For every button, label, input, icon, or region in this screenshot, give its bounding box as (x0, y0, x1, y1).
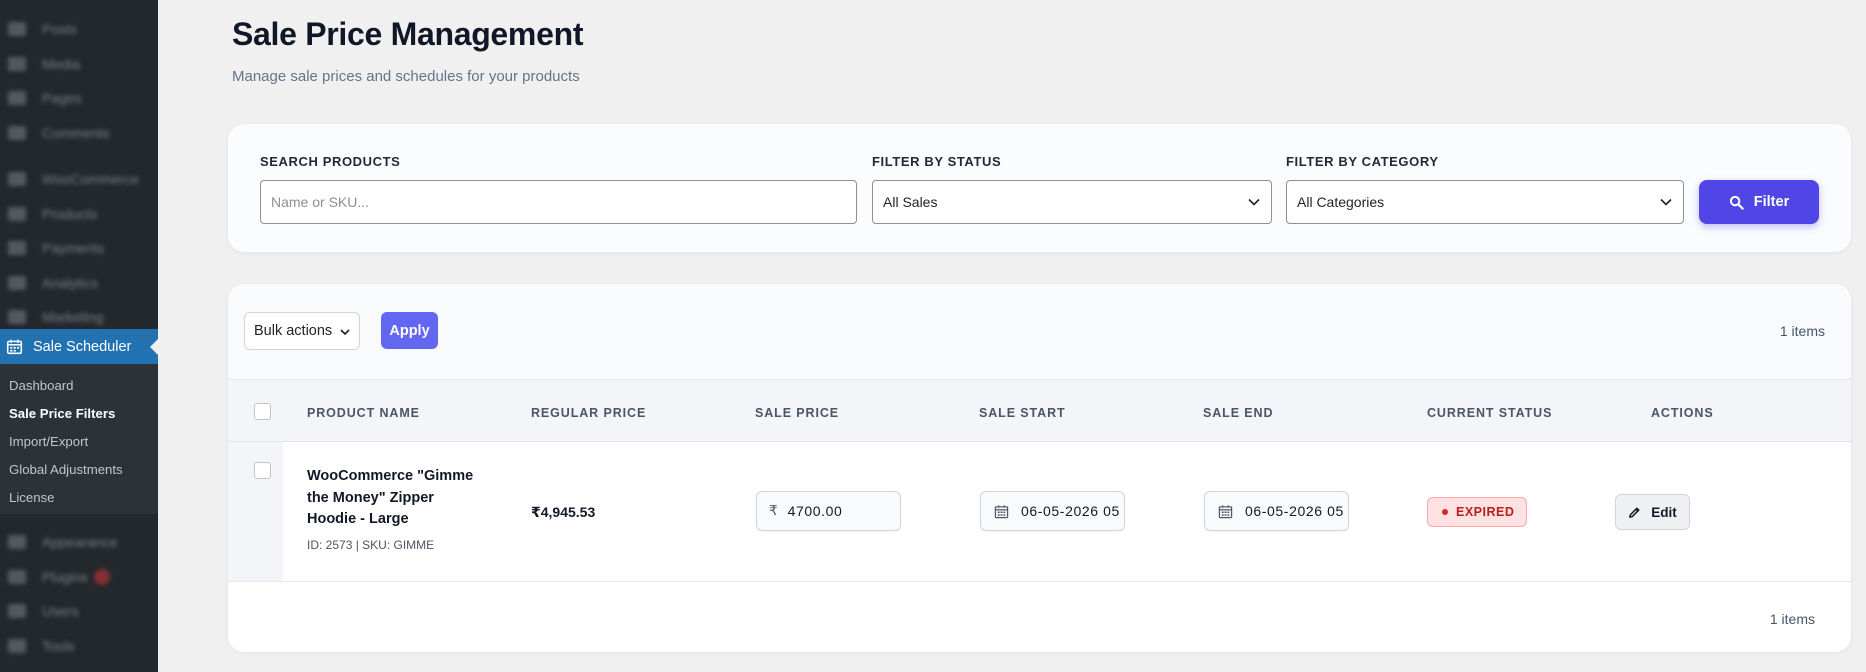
calendar-icon (994, 504, 1009, 518)
currency-symbol: ₹ (769, 503, 778, 518)
sale-start-value: 06-05-2026 05 (1021, 503, 1120, 519)
bulk-actions-select[interactable]: Bulk actions (244, 312, 360, 350)
submenu-item-dashboard[interactable]: Dashboard (0, 372, 158, 400)
product-meta: ID: 2573 | SKU: GIMME (307, 538, 435, 552)
calendar-icon (6, 339, 23, 355)
sale-end-value: 06-05-2026 05 (1245, 503, 1344, 519)
items-count-bottom: 1 items (1769, 611, 1815, 627)
table-toolbar: Bulk actions Apply 1 items (228, 284, 1851, 380)
sale-end-input[interactable]: 06-05-2026 05 (1204, 491, 1349, 531)
sidebar-blurred-menu-top: Posts Media Pages Comments WooCommerce P… (0, 0, 158, 335)
search-icon (1729, 195, 1744, 210)
table-row: WooCommerce "Gimme the Money" Zipper Hoo… (228, 442, 1851, 582)
status-filter-label: FILTER BY STATUS (872, 154, 1002, 169)
category-filter-select[interactable]: All Categories (1286, 180, 1684, 224)
column-header-product-name[interactable]: PRODUCT NAME (307, 406, 420, 420)
row-checkbox[interactable] (254, 462, 271, 479)
sidebar-item-blurred[interactable]: Users (0, 594, 158, 629)
sidebar-item-sale-scheduler[interactable]: Sale Scheduler (0, 329, 158, 364)
sale-price-value: 4700.00 (787, 503, 843, 519)
status-label: EXPIRED (1456, 505, 1515, 519)
sidebar-item-blurred[interactable]: Analytics (0, 266, 158, 301)
sidebar-item-blurred[interactable]: Plugins (0, 560, 158, 595)
product-name[interactable]: WooCommerce "Gimme the Money" Zipper Hoo… (307, 466, 482, 531)
submenu-item-sale-price-filters[interactable]: Sale Price Filters (0, 400, 158, 428)
apply-button[interactable]: Apply (381, 312, 438, 349)
filter-button-label: Filter (1753, 194, 1790, 210)
select-all-checkbox[interactable] (254, 403, 271, 420)
column-header-current-status[interactable]: CURRENT STATUS (1427, 406, 1552, 420)
category-filter-value: All Categories (1297, 194, 1385, 210)
chevron-down-icon (1248, 198, 1260, 206)
sidebar-item-blurred[interactable]: WooCommerce (0, 162, 158, 197)
sale-price-input[interactable]: ₹ 4700.00 (756, 491, 901, 531)
edit-button[interactable]: Edit (1615, 494, 1690, 530)
status-badge: EXPIRED (1427, 497, 1528, 527)
status-dot-icon (1442, 509, 1448, 515)
column-header-sale-start[interactable]: SALE START (979, 406, 1066, 420)
sidebar-blurred-menu-bottom: Appearance Plugins Users Tools (0, 525, 158, 663)
regular-price: ₹4,945.53 (531, 504, 596, 520)
column-header-sale-price[interactable]: SALE PRICE (755, 406, 839, 420)
filter-card: SEARCH PRODUCTS Name or SKU... FILTER BY… (228, 124, 1851, 252)
status-filter-value: All Sales (883, 194, 938, 210)
category-filter-label: FILTER BY CATEGORY (1286, 154, 1439, 169)
column-header-actions: ACTIONS (1651, 406, 1714, 420)
calendar-icon (1218, 504, 1233, 518)
submenu-item-license[interactable]: License (0, 484, 158, 512)
sidebar-item-label: Sale Scheduler (33, 338, 132, 355)
column-header-sale-end[interactable]: SALE END (1203, 406, 1273, 420)
row-checkbox-cell (228, 442, 283, 581)
items-count: 1 items (1779, 323, 1825, 339)
column-header-regular-price[interactable]: REGULAR PRICE (531, 406, 646, 420)
sidebar-submenu: Dashboard Sale Price Filters Import/Expo… (0, 364, 158, 514)
sidebar-item-blurred[interactable]: Media (0, 47, 158, 82)
sale-start-input[interactable]: 06-05-2026 05 (980, 491, 1125, 531)
bulk-actions-value: Bulk actions (254, 323, 333, 339)
table-header: PRODUCT NAME REGULAR PRICE SALE PRICE SA… (228, 380, 1851, 442)
sidebar-item-blurred[interactable]: Pages (0, 81, 158, 116)
chevron-down-icon (340, 329, 350, 336)
page-title: Sale Price Management (232, 16, 584, 52)
page-subtitle: Manage sale prices and schedules for you… (232, 68, 580, 85)
sidebar-item-blurred[interactable]: Products (0, 197, 158, 232)
sidebar-item-blurred[interactable]: Tools (0, 629, 158, 664)
pencil-icon (1629, 506, 1640, 518)
sidebar-item-blurred[interactable]: Comments (0, 116, 158, 151)
edit-button-label: Edit (1651, 504, 1677, 520)
sidebar-item-blurred[interactable]: Payments (0, 231, 158, 266)
search-input[interactable]: Name or SKU... (260, 180, 857, 224)
submenu-item-import-export[interactable]: Import/Export (0, 428, 158, 456)
filter-button[interactable]: Filter (1699, 180, 1819, 224)
chevron-down-icon (1660, 198, 1672, 206)
table-card: Bulk actions Apply 1 items PRODUCT NAME … (228, 284, 1851, 652)
search-label: SEARCH PRODUCTS (260, 154, 401, 169)
admin-sidebar: Posts Media Pages Comments WooCommerce P… (0, 0, 158, 672)
sidebar-item-blurred[interactable]: Appearance (0, 525, 158, 560)
status-filter-select[interactable]: All Sales (872, 180, 1272, 224)
submenu-item-global-adjustments[interactable]: Global Adjustments (0, 456, 158, 484)
sidebar-item-blurred[interactable]: Posts (0, 12, 158, 47)
